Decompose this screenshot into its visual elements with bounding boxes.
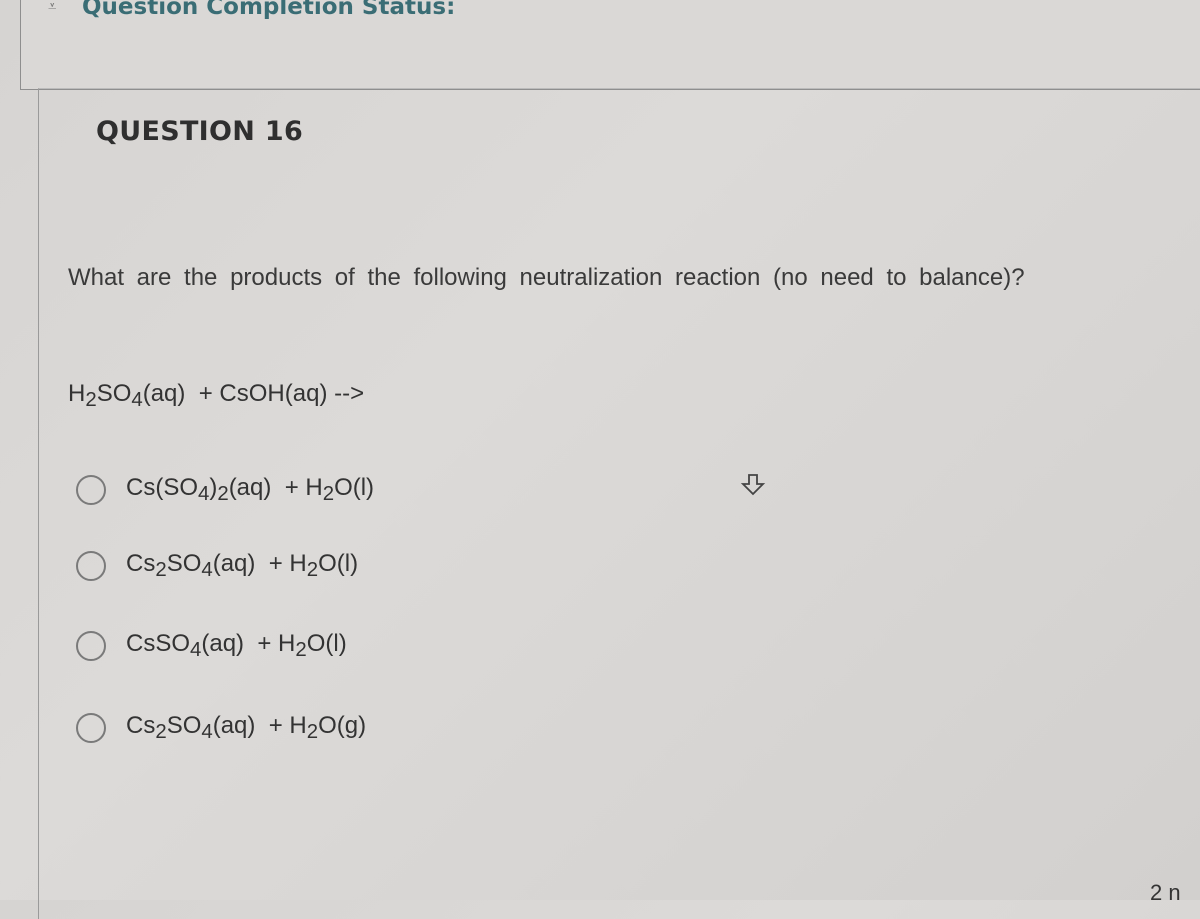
question-prompt: What are the products of the following n… [68,264,1025,291]
formula-text: SO [96,380,132,407]
answer-option-3[interactable]: CsSO4(aq) + H2O(l) [76,630,347,662]
answer-option-4[interactable]: Cs2SO4(aq) + H2O(g) [76,712,366,744]
double-chevron-down-icon[interactable]: ⩡ [48,0,56,15]
option-label: Cs(SO4)2(aq) + H2O(l) [126,474,375,506]
radio-button[interactable] [76,475,106,506]
subscript: 4 [131,389,143,412]
question-number: QUESTION 16 [96,116,304,147]
option-label: CsSO4(aq) + H2O(l) [126,630,347,662]
mouse-cursor-icon [740,474,766,496]
formula-text: H [68,380,86,407]
answer-option-1[interactable]: Cs(SO4)2(aq) + H2O(l) [76,474,374,506]
radio-button[interactable] [76,713,106,744]
radio-button[interactable] [76,631,106,662]
option-label: Cs2SO4(aq) + H2O(g) [126,712,367,744]
completion-status-title[interactable]: Question Completion Status: [82,0,455,20]
page-corner-text: 2 n [1150,880,1181,905]
answer-option-2[interactable]: Cs2SO4(aq) + H2O(l) [76,550,358,582]
subscript: 2 [85,389,97,412]
reaction-equation: H2SO4(aq) + CsOH(aq) --> [68,380,364,412]
radio-button[interactable] [76,551,106,582]
option-label: Cs2SO4(aq) + H2O(l) [126,550,359,582]
formula-text: (aq) + CsOH(aq) --> [142,380,365,407]
